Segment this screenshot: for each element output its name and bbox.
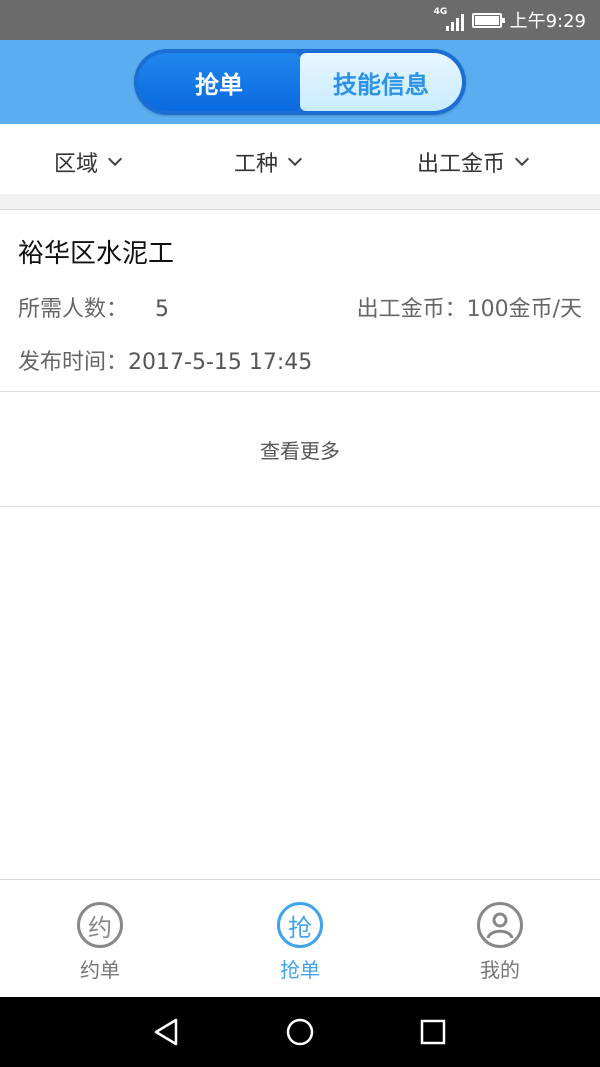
job-card[interactable]: 裕华区水泥工 所需人数： 5 出工金币：100金币/天 发布时间：2017-5-… [0,211,600,392]
nav-grab-order[interactable]: 抢 抢单 [240,902,360,983]
pay-label: 出工金币： [356,297,467,322]
home-icon[interactable] [285,1017,315,1047]
nav-appointment-label: 约单 [80,958,120,982]
bottom-nav: 约 约单 抢 抢单 我的 [0,879,600,997]
tab-skill-info[interactable]: 技能信息 [300,53,462,111]
people-value: 5 [155,297,170,322]
view-more-button[interactable]: 查看更多 [0,393,600,507]
filter-pay[interactable]: 出工金币 [417,146,530,178]
section-divider [0,194,600,210]
battery-icon [471,12,505,28]
people-label: 所需人数： [18,297,129,322]
filter-region[interactable]: 区域 [54,146,123,178]
status-time: 上午9:29 [509,11,586,32]
filter-trade-label: 工种 [234,152,279,177]
nav-appointment[interactable]: 约 约单 [40,902,160,983]
job-pay: 出工金币：100金币/天 [357,291,582,323]
chevron-down-icon [514,151,530,167]
filter-pay-label: 出工金币 [417,152,506,177]
time-label: 发布时间： [18,350,129,375]
status-bar: 4G 上午9:29 [0,0,600,40]
filter-trade[interactable]: 工种 [234,146,303,178]
people-needed: 所需人数： 5 [18,291,169,323]
filter-region-label: 区域 [54,152,99,177]
recents-icon[interactable] [418,1017,448,1047]
segmented-control: 抢单 技能信息 [134,49,466,115]
chevron-down-icon [287,151,303,167]
time-value: 2017-5-15 17:45 [128,350,313,375]
filter-bar: 区域 工种 出工金币 [0,124,600,194]
publish-time: 发布时间：2017-5-15 17:45 [18,344,312,376]
chevron-down-icon [107,151,123,167]
nav-profile[interactable]: 我的 [440,902,560,983]
grab-order-icon: 抢 [277,902,323,948]
system-nav-bar [0,997,600,1067]
pay-value: 100金币/天 [466,297,582,322]
tab-grab-order[interactable]: 抢单 [138,53,300,111]
nav-grab-order-label: 抢单 [280,958,320,982]
app-header: 抢单 技能信息 [0,40,600,124]
profile-icon [477,902,523,948]
nav-profile-label: 我的 [480,958,520,982]
job-title: 裕华区水泥工 [18,239,175,269]
appointment-icon: 约 [77,902,123,948]
signal-icon: 4G [434,7,464,31]
back-icon[interactable] [152,1017,182,1047]
